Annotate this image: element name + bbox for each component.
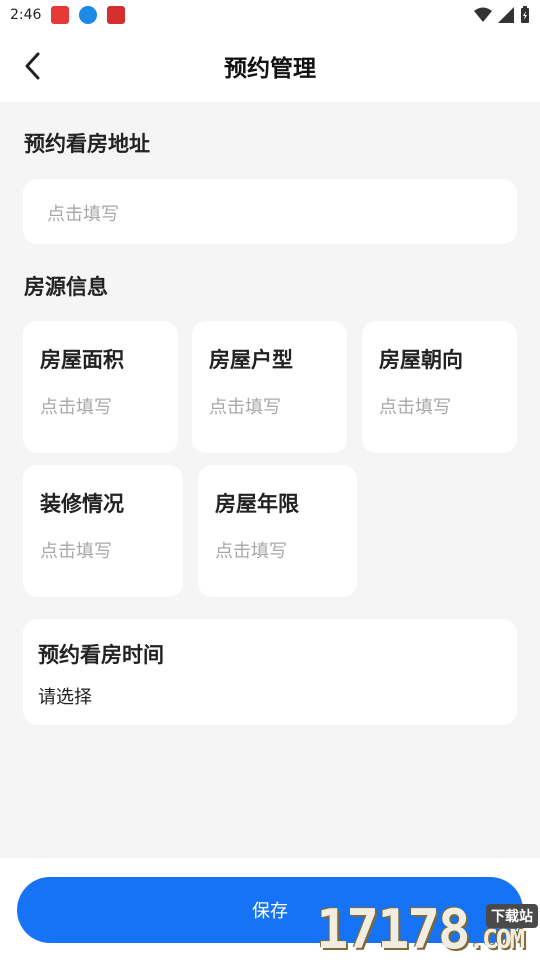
address-section-title: 预约看房地址 [24,132,150,156]
battery-icon [521,6,529,23]
field-label: 房屋面积 [40,348,124,372]
field-house-area[interactable]: 房屋面积 点击填写 [23,321,178,453]
nav-bar: 预约管理 [0,30,540,102]
status-time: 2:46 [10,7,42,23]
field-house-layout[interactable]: 房屋户型 点击填写 [192,321,347,453]
address-input[interactable]: 点击填写 [23,179,517,244]
viewing-time-picker[interactable]: 预约看房时间 请选择 [23,619,517,725]
back-button[interactable] [14,48,50,84]
field-label: 装修情况 [40,492,124,516]
shopping-app-icon [107,6,126,24]
address-placeholder: 点击填写 [47,204,119,225]
field-placeholder: 点击填写 [215,541,287,562]
page-title: 预约管理 [224,56,316,82]
field-house-age[interactable]: 房屋年限 点击填写 [198,465,357,597]
field-decoration[interactable]: 装修情况 点击填写 [23,465,183,597]
watermark-logo: 17178.COM 下载站 [316,900,540,960]
status-bar: 2:46 [0,0,540,30]
viewing-time-label: 预约看房时间 [38,643,164,667]
property-section-title: 房源信息 [24,275,108,299]
field-label: 房屋户型 [209,348,293,372]
field-label: 房屋朝向 [379,348,463,372]
field-placeholder: 点击填写 [209,397,281,418]
wifi-icon [474,7,492,22]
viewing-time-value: 请选择 [38,687,92,708]
download-app-icon [79,6,98,24]
field-placeholder: 点击填写 [40,397,112,418]
signal-icon [498,7,514,23]
chevron-left-icon [25,52,40,80]
field-label: 房屋年限 [215,492,299,516]
field-house-orientation[interactable]: 房屋朝向 点击填写 [362,321,517,453]
watermark-badge: 下载站 [486,904,538,928]
red-envelope-app-icon [51,6,70,24]
field-placeholder: 点击填写 [40,541,112,562]
field-placeholder: 点击填写 [379,397,451,418]
